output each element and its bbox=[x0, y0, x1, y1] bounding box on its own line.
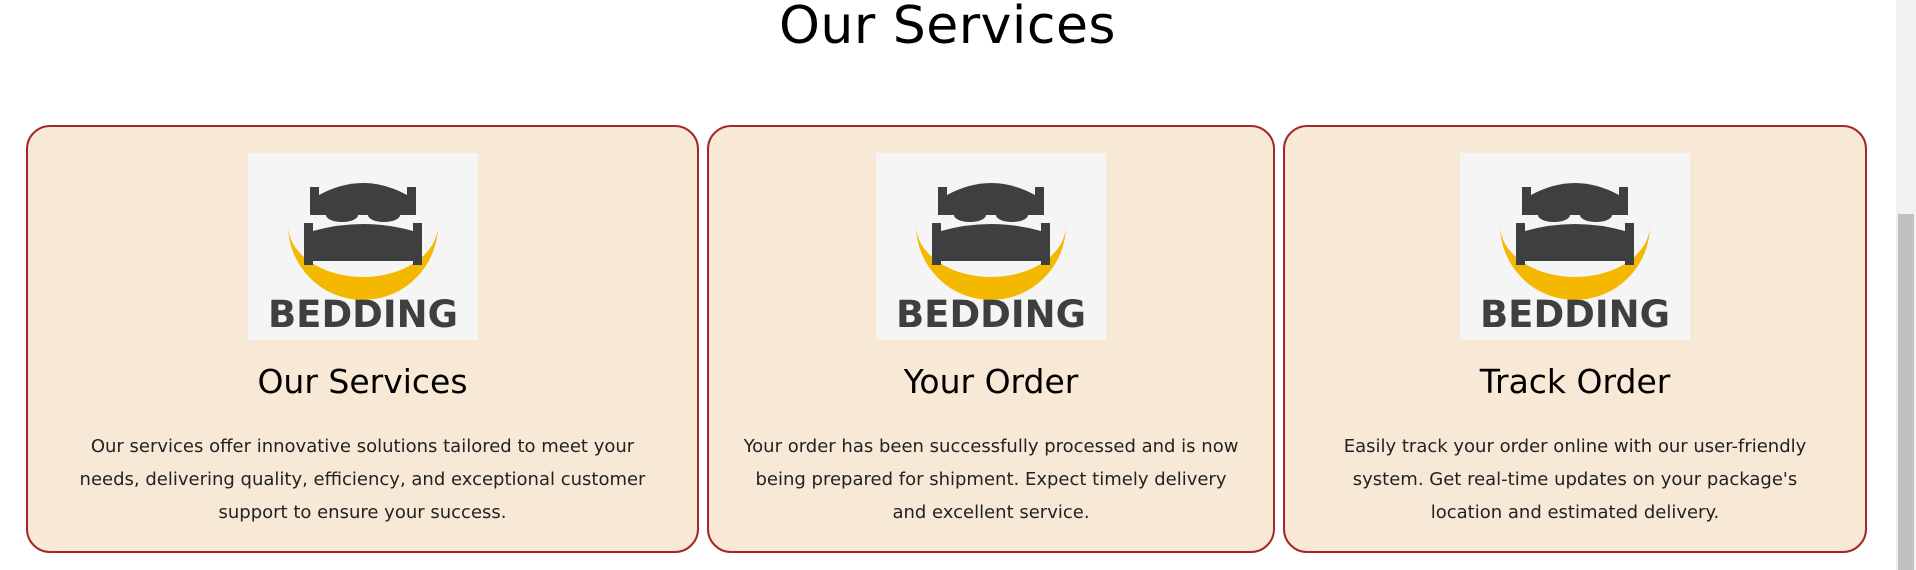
scrollbar-thumb[interactable] bbox=[1898, 214, 1914, 570]
logo-text: BEDDING bbox=[267, 293, 457, 336]
card-title: Our Services bbox=[257, 362, 468, 401]
card-description: Your order has been successfully process… bbox=[743, 436, 1239, 523]
card-description: Easily track your order online with our … bbox=[1343, 436, 1807, 523]
page-title: Our Services bbox=[778, 0, 1117, 56]
card-title: Track Order bbox=[1479, 362, 1671, 401]
service-card-your-order: BEDDING Your Order Your order has been s… bbox=[707, 125, 1275, 553]
logo-text: BEDDING bbox=[896, 293, 1086, 336]
service-card-track-order: BEDDING Track Order Easily track your or… bbox=[1283, 125, 1867, 553]
service-card-our-services: BEDDING Our Services Our services offer … bbox=[26, 125, 699, 553]
logo-text: BEDDING bbox=[1480, 293, 1670, 336]
bedding-logo-icon: BEDDING bbox=[876, 153, 1106, 340]
card-description: Our services offer innovative solutions … bbox=[79, 436, 646, 523]
card-title: Your Order bbox=[903, 362, 1079, 401]
bedding-logo-icon: BEDDING bbox=[247, 153, 478, 340]
bedding-logo-icon: BEDDING bbox=[1460, 153, 1690, 340]
vertical-scrollbar[interactable] bbox=[1896, 0, 1916, 570]
